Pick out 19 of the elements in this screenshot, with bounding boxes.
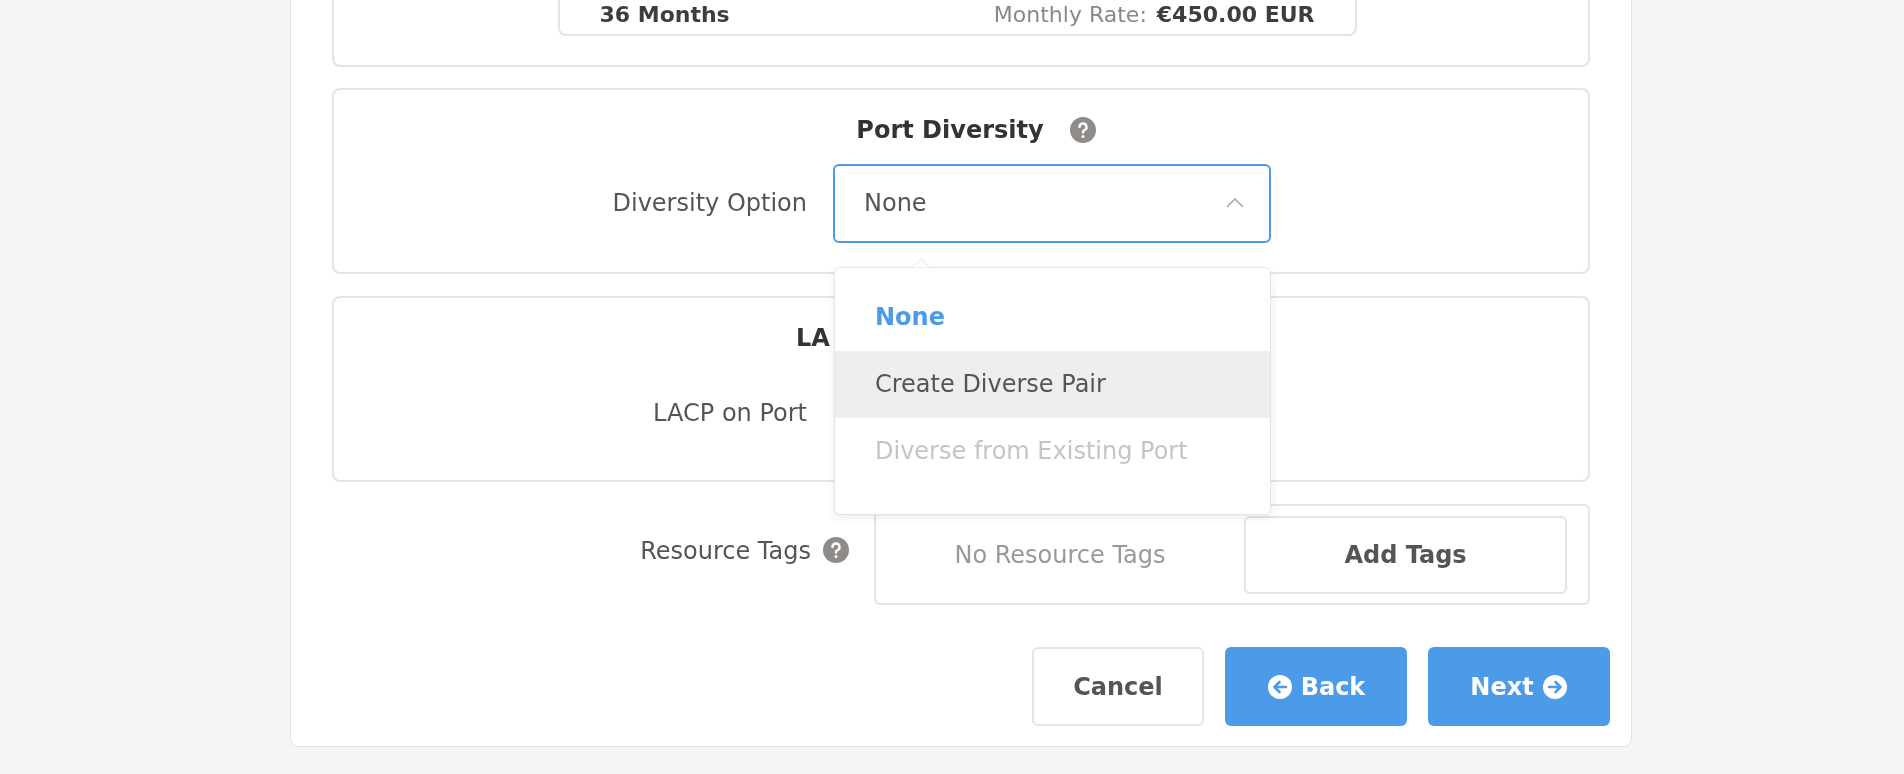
- rate-value: €450.00 EUR: [1156, 1, 1315, 27]
- empty-tags-text: No Resource Tags: [953, 540, 1167, 569]
- term-option-card[interactable]: 36 Months Monthly Rate: €450.00 EUR: [557, 0, 1357, 36]
- arrow-right-circle-icon: [1541, 673, 1568, 700]
- dropdown-option[interactable]: Create Diverse Pair: [835, 350, 1270, 418]
- help-icon[interactable]: [823, 537, 849, 564]
- diversity-select[interactable]: None: [833, 163, 1271, 243]
- rate-label: Monthly Rate:: [993, 1, 1147, 27]
- arrow-left-circle-icon: [1266, 673, 1293, 700]
- help-icon[interactable]: [1069, 116, 1096, 143]
- chevron-icon: [1225, 197, 1245, 210]
- section-title: LA: [796, 322, 830, 354]
- section-title: Port Diversity: [856, 115, 1044, 144]
- add-tags-button[interactable]: Add Tags: [1244, 515, 1567, 594]
- field-label: Resource Tags: [640, 537, 811, 566]
- field-label: LACP on Port: [652, 399, 808, 428]
- cancel-button[interactable]: Cancel: [1032, 647, 1204, 726]
- field-label: Diversity Option: [611, 189, 808, 218]
- term-label: 36 Months: [599, 1, 730, 27]
